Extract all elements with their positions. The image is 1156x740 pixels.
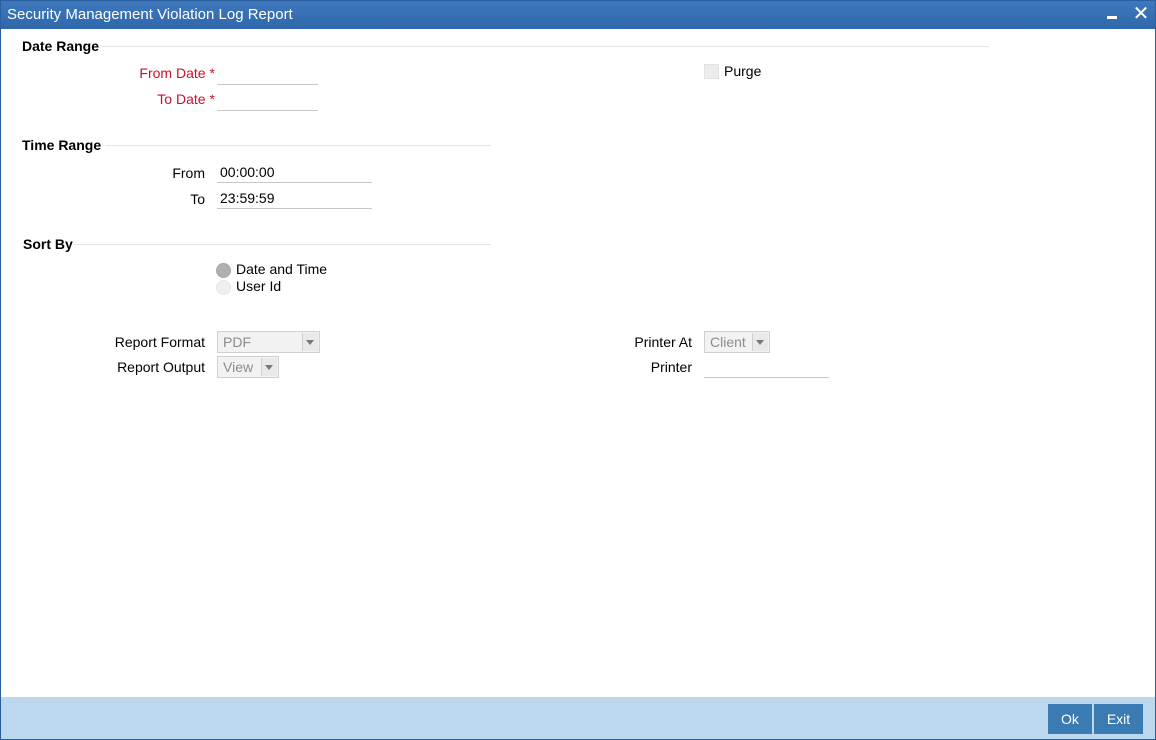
purge-label: Purge — [724, 63, 762, 79]
to-date-input[interactable] — [217, 89, 318, 111]
report-format-select[interactable]: PDF — [217, 331, 320, 353]
time-range-divider — [105, 145, 491, 146]
sort-by-heading: Sort By — [23, 236, 73, 252]
required-marker: * — [209, 91, 215, 107]
from-date-label-text: From Date — [139, 65, 206, 81]
printer-at-value: Client — [710, 334, 746, 350]
chevron-down-icon — [261, 358, 277, 376]
required-marker: * — [209, 65, 215, 81]
printer-at-label: Printer At — [634, 334, 692, 350]
exit-button[interactable]: Exit — [1094, 704, 1143, 734]
from-date-input[interactable] — [217, 63, 318, 85]
sort-user-id-radio[interactable] — [216, 280, 231, 295]
date-range-heading: Date Range — [22, 38, 100, 54]
time-from-input[interactable] — [217, 161, 372, 183]
printer-label: Printer — [650, 359, 692, 375]
sort-date-time-radio[interactable] — [216, 263, 231, 278]
report-window: Security Management Violation Log Report… — [0, 0, 1156, 740]
sort-by-divider — [73, 244, 491, 245]
sort-date-time-label: Date and Time — [236, 261, 328, 277]
time-to-input[interactable] — [217, 187, 372, 209]
minimize-icon[interactable] — [1103, 5, 1121, 23]
chevron-down-icon — [302, 333, 318, 351]
report-output-label: Report Output — [117, 359, 205, 375]
from-date-label: From Date * — [101, 65, 215, 81]
time-range-heading: Time Range — [22, 137, 102, 153]
printer-at-select[interactable]: Client — [704, 331, 770, 353]
report-output-value: View — [223, 359, 254, 375]
report-format-value: PDF — [223, 334, 251, 350]
ok-button[interactable]: Ok — [1048, 704, 1092, 734]
report-format-label: Report Format — [114, 334, 205, 350]
printer-input[interactable] — [704, 356, 829, 378]
to-date-label: To Date * — [101, 91, 215, 107]
time-to-label: To — [190, 191, 205, 207]
window-title: Security Management Violation Log Report — [7, 6, 293, 23]
chevron-down-icon — [752, 333, 768, 351]
to-date-label-text: To Date — [157, 91, 206, 107]
title-bar[interactable]: Security Management Violation Log Report… — [1, 1, 1155, 29]
date-range-divider — [101, 46, 989, 47]
sort-user-id-label: User Id — [236, 278, 282, 294]
time-from-label: From — [172, 165, 205, 181]
footer-bar: Ok Exit — [1, 697, 1155, 739]
report-output-select[interactable]: View — [217, 356, 279, 378]
purge-checkbox[interactable] — [704, 64, 719, 79]
close-icon[interactable]: ✕ — [1131, 4, 1151, 24]
